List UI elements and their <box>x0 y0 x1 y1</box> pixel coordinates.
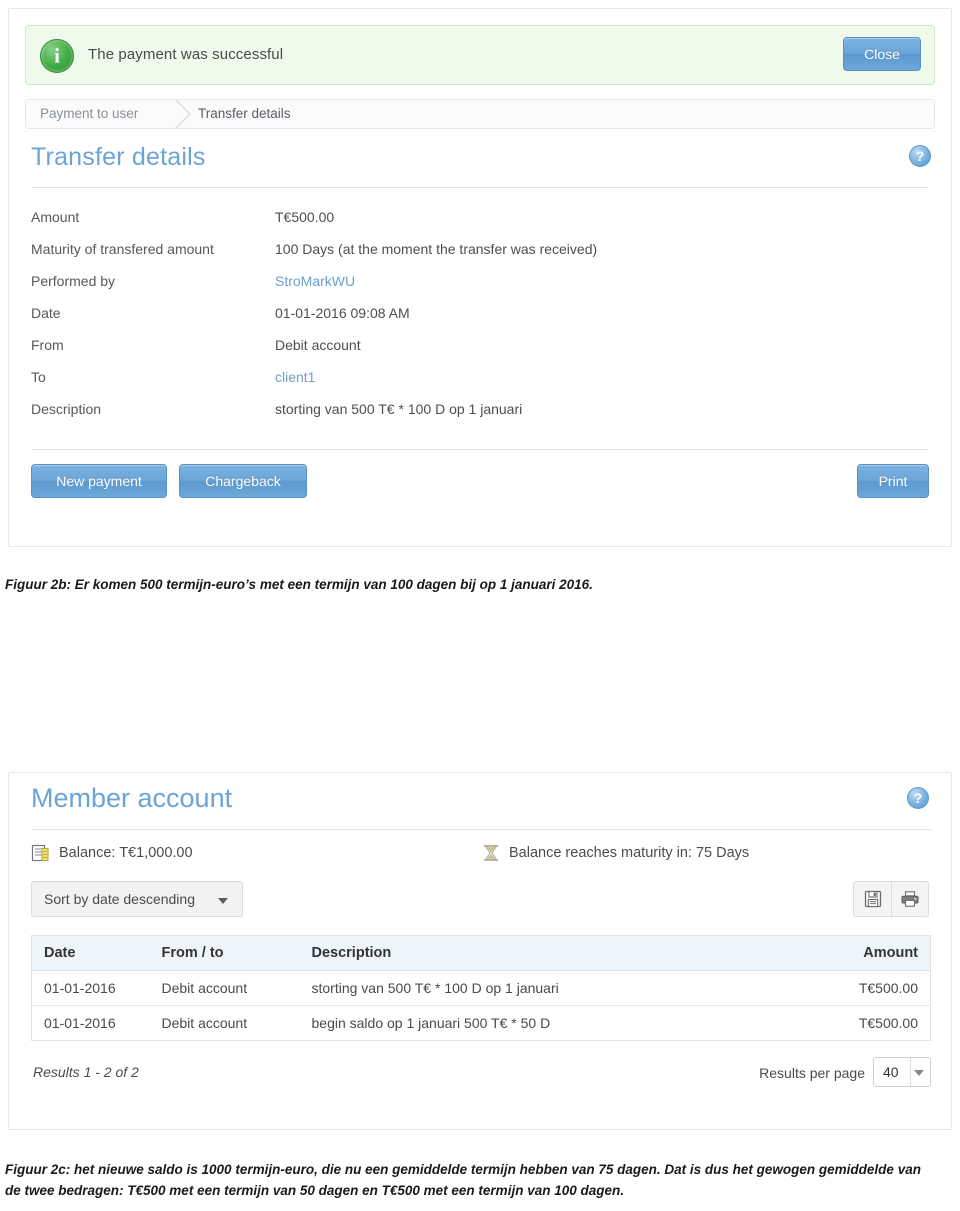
chevron-right-icon <box>174 100 196 128</box>
detail-value-link[interactable]: client1 <box>275 369 315 385</box>
detail-label: Maturity of transfered amount <box>31 241 214 257</box>
detail-row-date: Date 01-01-2016 09:08 AM <box>31 305 929 337</box>
cell-date: 01-01-2016 <box>31 970 150 1006</box>
info-icon <box>40 39 74 73</box>
page-title: Transfer details <box>31 143 206 171</box>
ledger-icon <box>31 843 51 863</box>
transfer-details-card: Transfer details Amount T€500.00 Maturit… <box>25 139 935 529</box>
figure-caption-2b: Figuur 2b: Er komen 500 termijn-euro’s m… <box>5 577 593 592</box>
card-actions: New payment Chargeback Print <box>31 464 929 504</box>
print-button[interactable]: Print <box>857 464 929 498</box>
detail-row-amount: Amount T€500.00 <box>31 209 929 241</box>
results-per-page-select[interactable]: 40 <box>873 1057 931 1087</box>
detail-value: 100 Days (at the moment the transfer was… <box>275 241 598 257</box>
figure-caption-2c: Figuur 2c: het nieuwe saldo is 1000 term… <box>5 1162 921 1198</box>
table-row[interactable]: 01-01-2016 Debit account storting van 50… <box>31 970 931 1006</box>
balance-text: Balance: T€1,000.00 <box>59 845 193 861</box>
actions-divider <box>31 449 929 450</box>
column-header-date[interactable]: Date <box>31 935 150 971</box>
question-mark-icon[interactable] <box>909 145 931 167</box>
detail-value: Debit account <box>275 337 361 353</box>
cell-amount: T€500.00 <box>780 970 931 1006</box>
detail-row-description: Description storting van 500 T€ * 100 D … <box>31 401 929 433</box>
cell-description: storting van 500 T€ * 100 D op 1 januari <box>299 970 781 1006</box>
cell-date: 01-01-2016 <box>31 1005 150 1041</box>
member-account-screenshot: Member account Balance: T€1,000.00 <box>8 772 952 1130</box>
detail-value: T€500.00 <box>275 209 335 225</box>
cell-description: begin saldo op 1 januari 500 T€ * 50 D <box>299 1005 781 1041</box>
cell-from-to: Debit account <box>149 1005 300 1041</box>
detail-label: Date <box>31 305 61 321</box>
table-row[interactable]: 01-01-2016 Debit account begin saldo op … <box>31 1005 931 1041</box>
detail-value-link[interactable]: StroMarkWU <box>275 273 355 289</box>
detail-label: To <box>31 369 46 385</box>
detail-label: From <box>31 337 64 353</box>
transfer-details-screenshot: The payment was successful Close Payment… <box>8 8 952 547</box>
save-icon[interactable] <box>854 882 891 916</box>
success-alert: The payment was successful Close <box>25 25 935 85</box>
detail-row-maturity: Maturity of transfered amount 100 Days (… <box>31 241 929 273</box>
sort-dropdown-label: Sort by date descending <box>44 891 195 907</box>
table-header-row: Date From / to Description Amount <box>31 935 931 971</box>
column-header-description[interactable]: Description <box>299 935 781 971</box>
cell-amount: T€500.00 <box>780 1005 931 1041</box>
select-divider <box>910 1058 911 1086</box>
hourglass-icon <box>481 843 501 863</box>
breadcrumb-item-transfer-details: Transfer details <box>198 106 291 121</box>
member-account-title: Member account <box>31 783 233 813</box>
chargeback-button[interactable]: Chargeback <box>179 464 307 498</box>
column-header-amount[interactable]: Amount <box>780 935 931 971</box>
detail-value: 01-01-2016 09:08 AM <box>275 305 410 321</box>
detail-label: Description <box>31 401 102 417</box>
alert-message: The payment was successful <box>88 46 284 63</box>
maturity-text: Balance reaches maturity in: 75 Days <box>509 845 750 861</box>
detail-label: Amount <box>31 209 80 225</box>
chevron-down-icon <box>218 898 228 904</box>
title-divider <box>31 187 929 188</box>
sort-dropdown[interactable]: Sort by date descending <box>31 881 243 917</box>
detail-row-to: To client1 <box>31 369 929 401</box>
close-button[interactable]: Close <box>843 37 921 71</box>
detail-label: Performed by <box>31 273 116 289</box>
table-tools <box>853 881 929 917</box>
results-per-page-label: Results per page <box>759 1065 865 1081</box>
transactions-table: Date From / to Description Amount 01-01-… <box>31 935 931 1041</box>
question-mark-icon[interactable] <box>907 787 929 809</box>
results-per-page-value: 40 <box>883 1064 899 1080</box>
title-divider <box>31 829 931 830</box>
breadcrumb: Payment to user Transfer details <box>25 99 935 129</box>
column-header-from-to[interactable]: From / to <box>149 935 300 971</box>
detail-row-from: From Debit account <box>31 337 929 369</box>
cell-from-to: Debit account <box>149 970 300 1006</box>
breadcrumb-item-payment-to-user[interactable]: Payment to user <box>40 106 138 121</box>
table-footer: Results 1 - 2 of 2 Results per page 40 <box>31 1055 931 1095</box>
detail-value: storting van 500 T€ * 100 D op 1 januari <box>275 401 523 417</box>
results-count: Results 1 - 2 of 2 <box>33 1064 139 1080</box>
print-icon[interactable] <box>891 882 928 916</box>
detail-row-performed-by: Performed by StroMarkWU <box>31 273 929 305</box>
new-payment-button[interactable]: New payment <box>31 464 167 498</box>
chevron-down-icon <box>914 1070 924 1076</box>
